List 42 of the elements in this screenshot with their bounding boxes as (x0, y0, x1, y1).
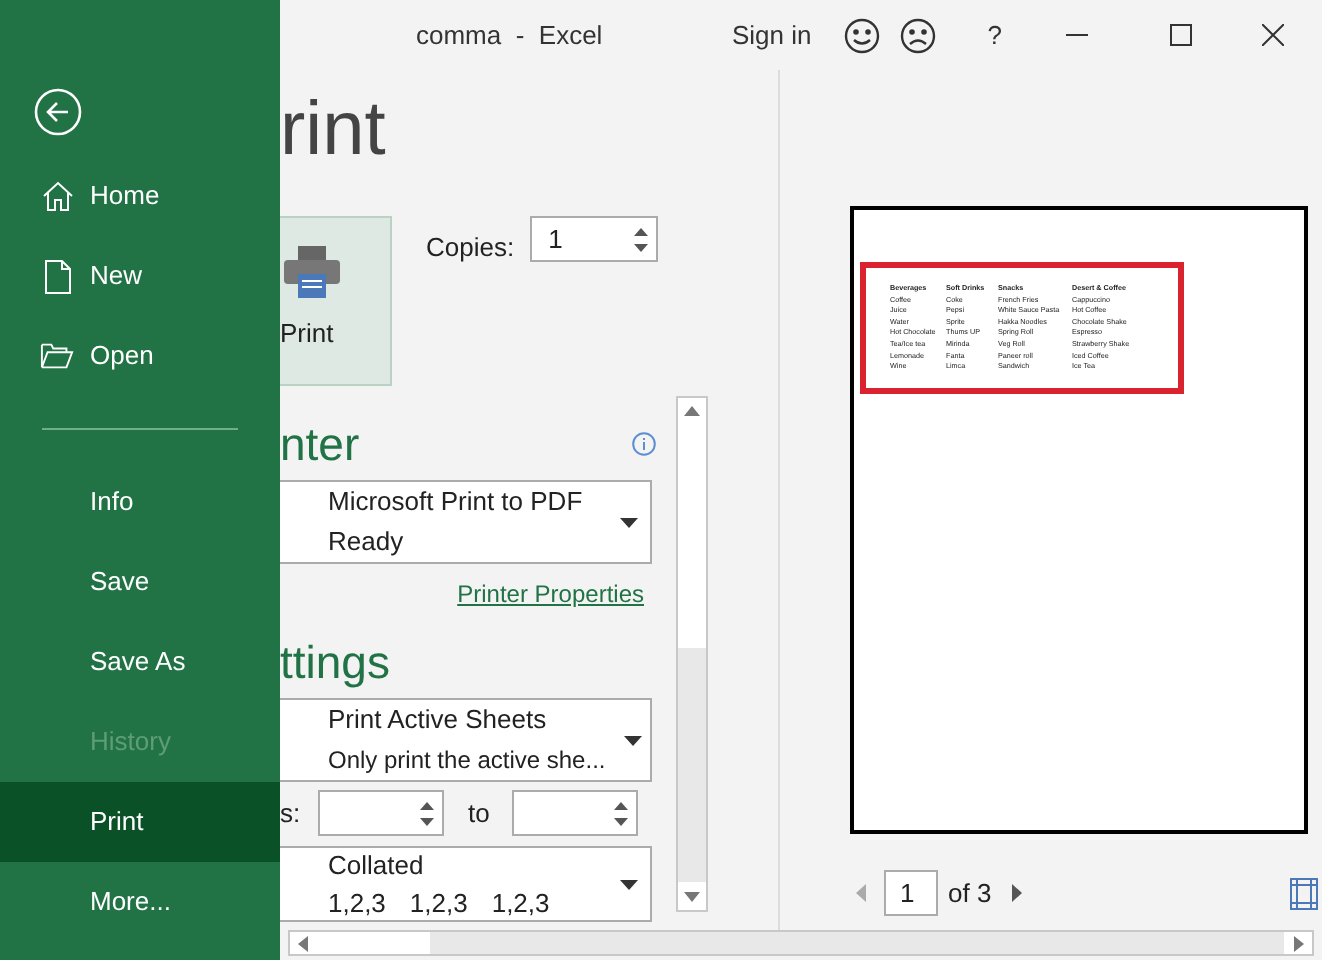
printer-properties-link[interactable]: Printer Properties (457, 576, 644, 612)
to-label: to (468, 795, 492, 832)
sidebar-item[interactable]: New (0, 236, 280, 316)
sidebar-item-label: Print (90, 804, 144, 841)
printer-dropdown[interactable]: Microsoft Print to PDF Ready (280, 480, 652, 564)
sidebar-item-label: Save (90, 564, 150, 601)
sidebar-item[interactable]: Save (0, 542, 280, 622)
page-heading: rint (280, 86, 388, 176)
sidebar-item[interactable]: Info (0, 462, 280, 542)
sidebar-item-label: More... (90, 884, 171, 921)
sidebar-item-label: History (90, 724, 171, 761)
collation-sequence: 1,2,3 (328, 886, 386, 922)
pages-label: s: (280, 795, 303, 832)
settings-heading: ttings (280, 634, 392, 692)
collation-sequence: 1,2,3 (409, 886, 468, 922)
print-what-description: Only print the active she... (328, 744, 606, 778)
print-button[interactable]: Print (280, 216, 392, 386)
sidebar-item[interactable]: Print (0, 782, 280, 862)
sidebar-item[interactable]: Home (0, 156, 280, 236)
page-number-field[interactable]: 1 (884, 870, 938, 916)
help-button[interactable]: ? (987, 15, 1002, 55)
printer-name: Microsoft Print to PDF (328, 484, 583, 520)
print-what-title: Print Active Sheets (328, 702, 549, 738)
sidebar-item[interactable]: Save As (0, 622, 280, 702)
sidebar-item[interactable]: More... (0, 862, 280, 942)
printer-heading: nter (280, 415, 360, 474)
copies-label: Copies: (426, 230, 515, 266)
collation-title: Collated (328, 848, 426, 884)
window-title: comma - Excel (416, 17, 605, 54)
printer-status: Ready (328, 524, 406, 560)
print-what-dropdown[interactable]: Print Active Sheets Only print the active she... (280, 698, 652, 782)
sidebar-item[interactable]: Open (0, 316, 280, 396)
sidebar-item-label: Save As (90, 644, 186, 681)
sidebar-item-label: Home (90, 178, 160, 215)
page-count: of 3 (948, 875, 992, 912)
sidebar-item-label: New (90, 258, 143, 295)
sidebar-item-label: Info (90, 484, 134, 521)
sign-in-link[interactable]: Sign in (732, 15, 812, 55)
sidebar-item-label: Open (90, 338, 154, 375)
collation-sequence: 1,2,3 (491, 886, 550, 922)
copies-spinner[interactable]: 1 (530, 216, 659, 262)
collation-dropdown[interactable]: Collated 1,2,3 1,2,3 1,2,3 (280, 846, 652, 922)
